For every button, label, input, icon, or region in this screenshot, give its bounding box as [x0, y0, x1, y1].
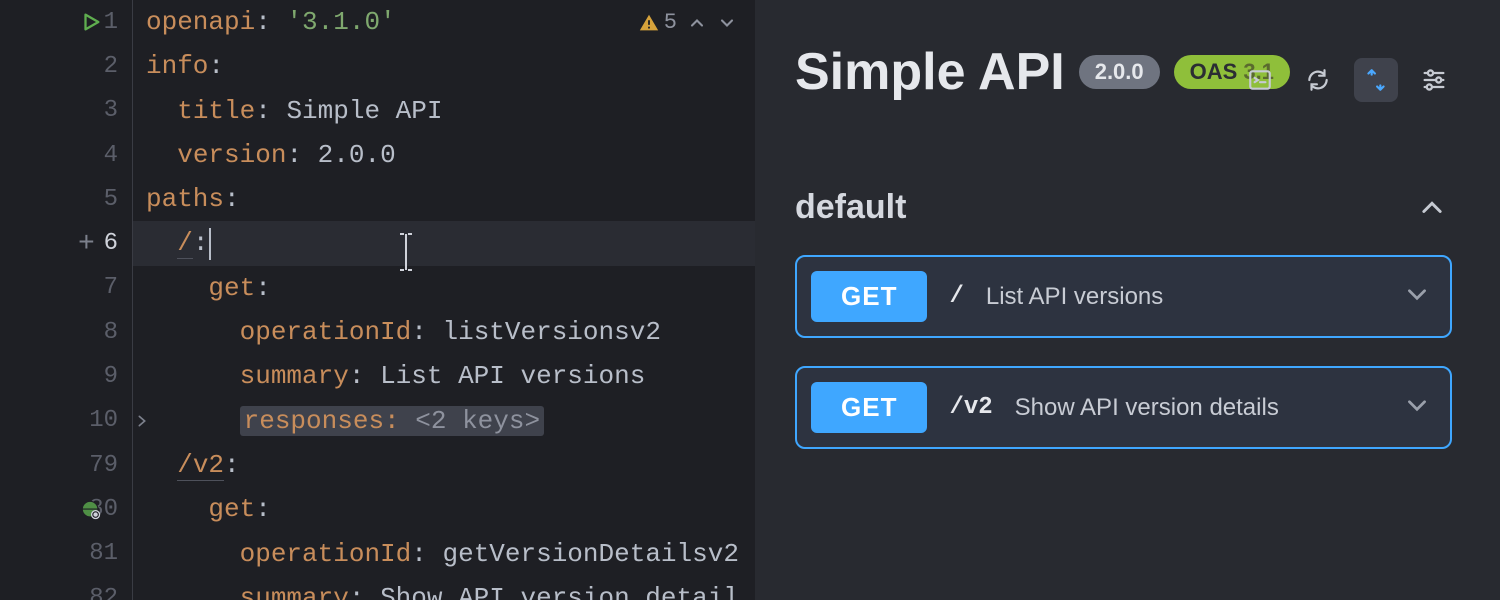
section-header[interactable]: default — [795, 188, 1452, 227]
code-line[interactable]: /v2: — [133, 443, 755, 487]
code-line[interactable]: get: — [133, 266, 755, 310]
code-line[interactable]: title: Simple API — [133, 89, 755, 133]
line-number: 82 — [89, 585, 118, 600]
expand-endpoint-icon[interactable] — [1404, 392, 1430, 423]
editor-code[interactable]: openapi: '3.1.0'info: title: Simple API … — [133, 0, 755, 600]
gutter-row[interactable]: 5 — [0, 177, 132, 221]
gutter-row[interactable]: 3 — [0, 89, 132, 133]
code-line[interactable]: get: — [133, 487, 755, 531]
gutter-row[interactable]: 8 — [0, 310, 132, 354]
sync-scroll-button[interactable] — [1354, 58, 1398, 102]
code-line[interactable]: summary: List API versions — [133, 354, 755, 398]
line-number: 79 — [89, 452, 118, 479]
gutter-row[interactable]: 9 — [0, 354, 132, 398]
code-line[interactable]: info: — [133, 44, 755, 88]
preview-toolbar — [1238, 58, 1456, 102]
line-number: 3 — [104, 97, 118, 124]
gutter-row[interactable]: 6+ — [0, 221, 132, 265]
endpoint-list: GET / List API versions GET/v2 Show API vers… — [795, 255, 1452, 449]
line-number: 9 — [104, 363, 118, 390]
run-icon[interactable] — [80, 11, 102, 38]
refresh-button[interactable] — [1296, 58, 1340, 102]
line-number: 2 — [104, 53, 118, 80]
line-number: 4 — [104, 142, 118, 169]
code-line[interactable]: summary: Show API version detail — [133, 576, 755, 600]
collapse-section-icon[interactable] — [1418, 194, 1446, 222]
version-badge: 2.0.0 — [1079, 55, 1160, 89]
code-line[interactable]: operationId: getVersionDetailsv2 — [133, 532, 755, 576]
gutter-row[interactable]: 10 — [0, 399, 132, 443]
endpoint-summary: Show API version details — [1015, 394, 1279, 422]
line-number: 81 — [89, 540, 118, 567]
section-title: default — [795, 188, 906, 227]
endpoint-row[interactable]: GET / List API versions — [795, 255, 1452, 338]
gutter-row[interactable]: 80 — [0, 487, 132, 531]
add-line-icon[interactable]: + — [78, 229, 95, 260]
prev-problem-icon[interactable] — [687, 13, 707, 33]
line-number: 10 — [89, 407, 118, 434]
editor-gutter: 123456+7891079808182 — [0, 0, 133, 600]
gutter-row[interactable]: 1 — [0, 0, 132, 44]
warning-indicator[interactable]: 5 — [638, 10, 677, 35]
console-button[interactable] — [1238, 58, 1282, 102]
code-line[interactable]: responses: <2 keys> — [133, 399, 755, 443]
line-number: 6 — [104, 230, 118, 257]
api-preview-panel: Simple API 2.0.0 OAS3.1 default — [755, 0, 1500, 600]
http-method-badge: GET — [811, 382, 927, 433]
warning-count: 5 — [664, 10, 677, 35]
warning-icon — [638, 12, 660, 34]
problems-widget[interactable]: 5 — [638, 10, 737, 35]
code-editor[interactable]: 123456+7891079808182 openapi: '3.1.0'inf… — [0, 0, 755, 600]
line-number: 8 — [104, 319, 118, 346]
gutter-row[interactable]: 2 — [0, 44, 132, 88]
next-problem-icon[interactable] — [717, 13, 737, 33]
endpoint-path: / — [949, 283, 963, 310]
expand-endpoint-icon[interactable] — [1404, 281, 1430, 312]
code-line[interactable]: operationId: listVersionsv2 — [133, 310, 755, 354]
http-method-badge: GET — [811, 271, 927, 322]
code-line[interactable]: /: — [133, 221, 755, 265]
gutter-row[interactable]: 81 — [0, 532, 132, 576]
api-title: Simple API — [795, 42, 1065, 102]
gutter-row[interactable]: 79 — [0, 443, 132, 487]
gutter-row[interactable]: 82 — [0, 576, 132, 600]
code-line[interactable]: version: 2.0.0 — [133, 133, 755, 177]
line-number: 7 — [104, 274, 118, 301]
settings-button[interactable] — [1412, 58, 1456, 102]
gutter-row[interactable]: 7 — [0, 266, 132, 310]
http-gutter-icon[interactable] — [80, 499, 102, 526]
line-number: 5 — [104, 186, 118, 213]
gutter-row[interactable]: 4 — [0, 133, 132, 177]
endpoint-path: /v2 — [949, 394, 992, 421]
code-line[interactable]: paths: — [133, 177, 755, 221]
endpoint-row[interactable]: GET/v2 Show API version details — [795, 366, 1452, 449]
endpoint-summary: List API versions — [986, 283, 1163, 311]
line-number: 1 — [104, 9, 118, 36]
